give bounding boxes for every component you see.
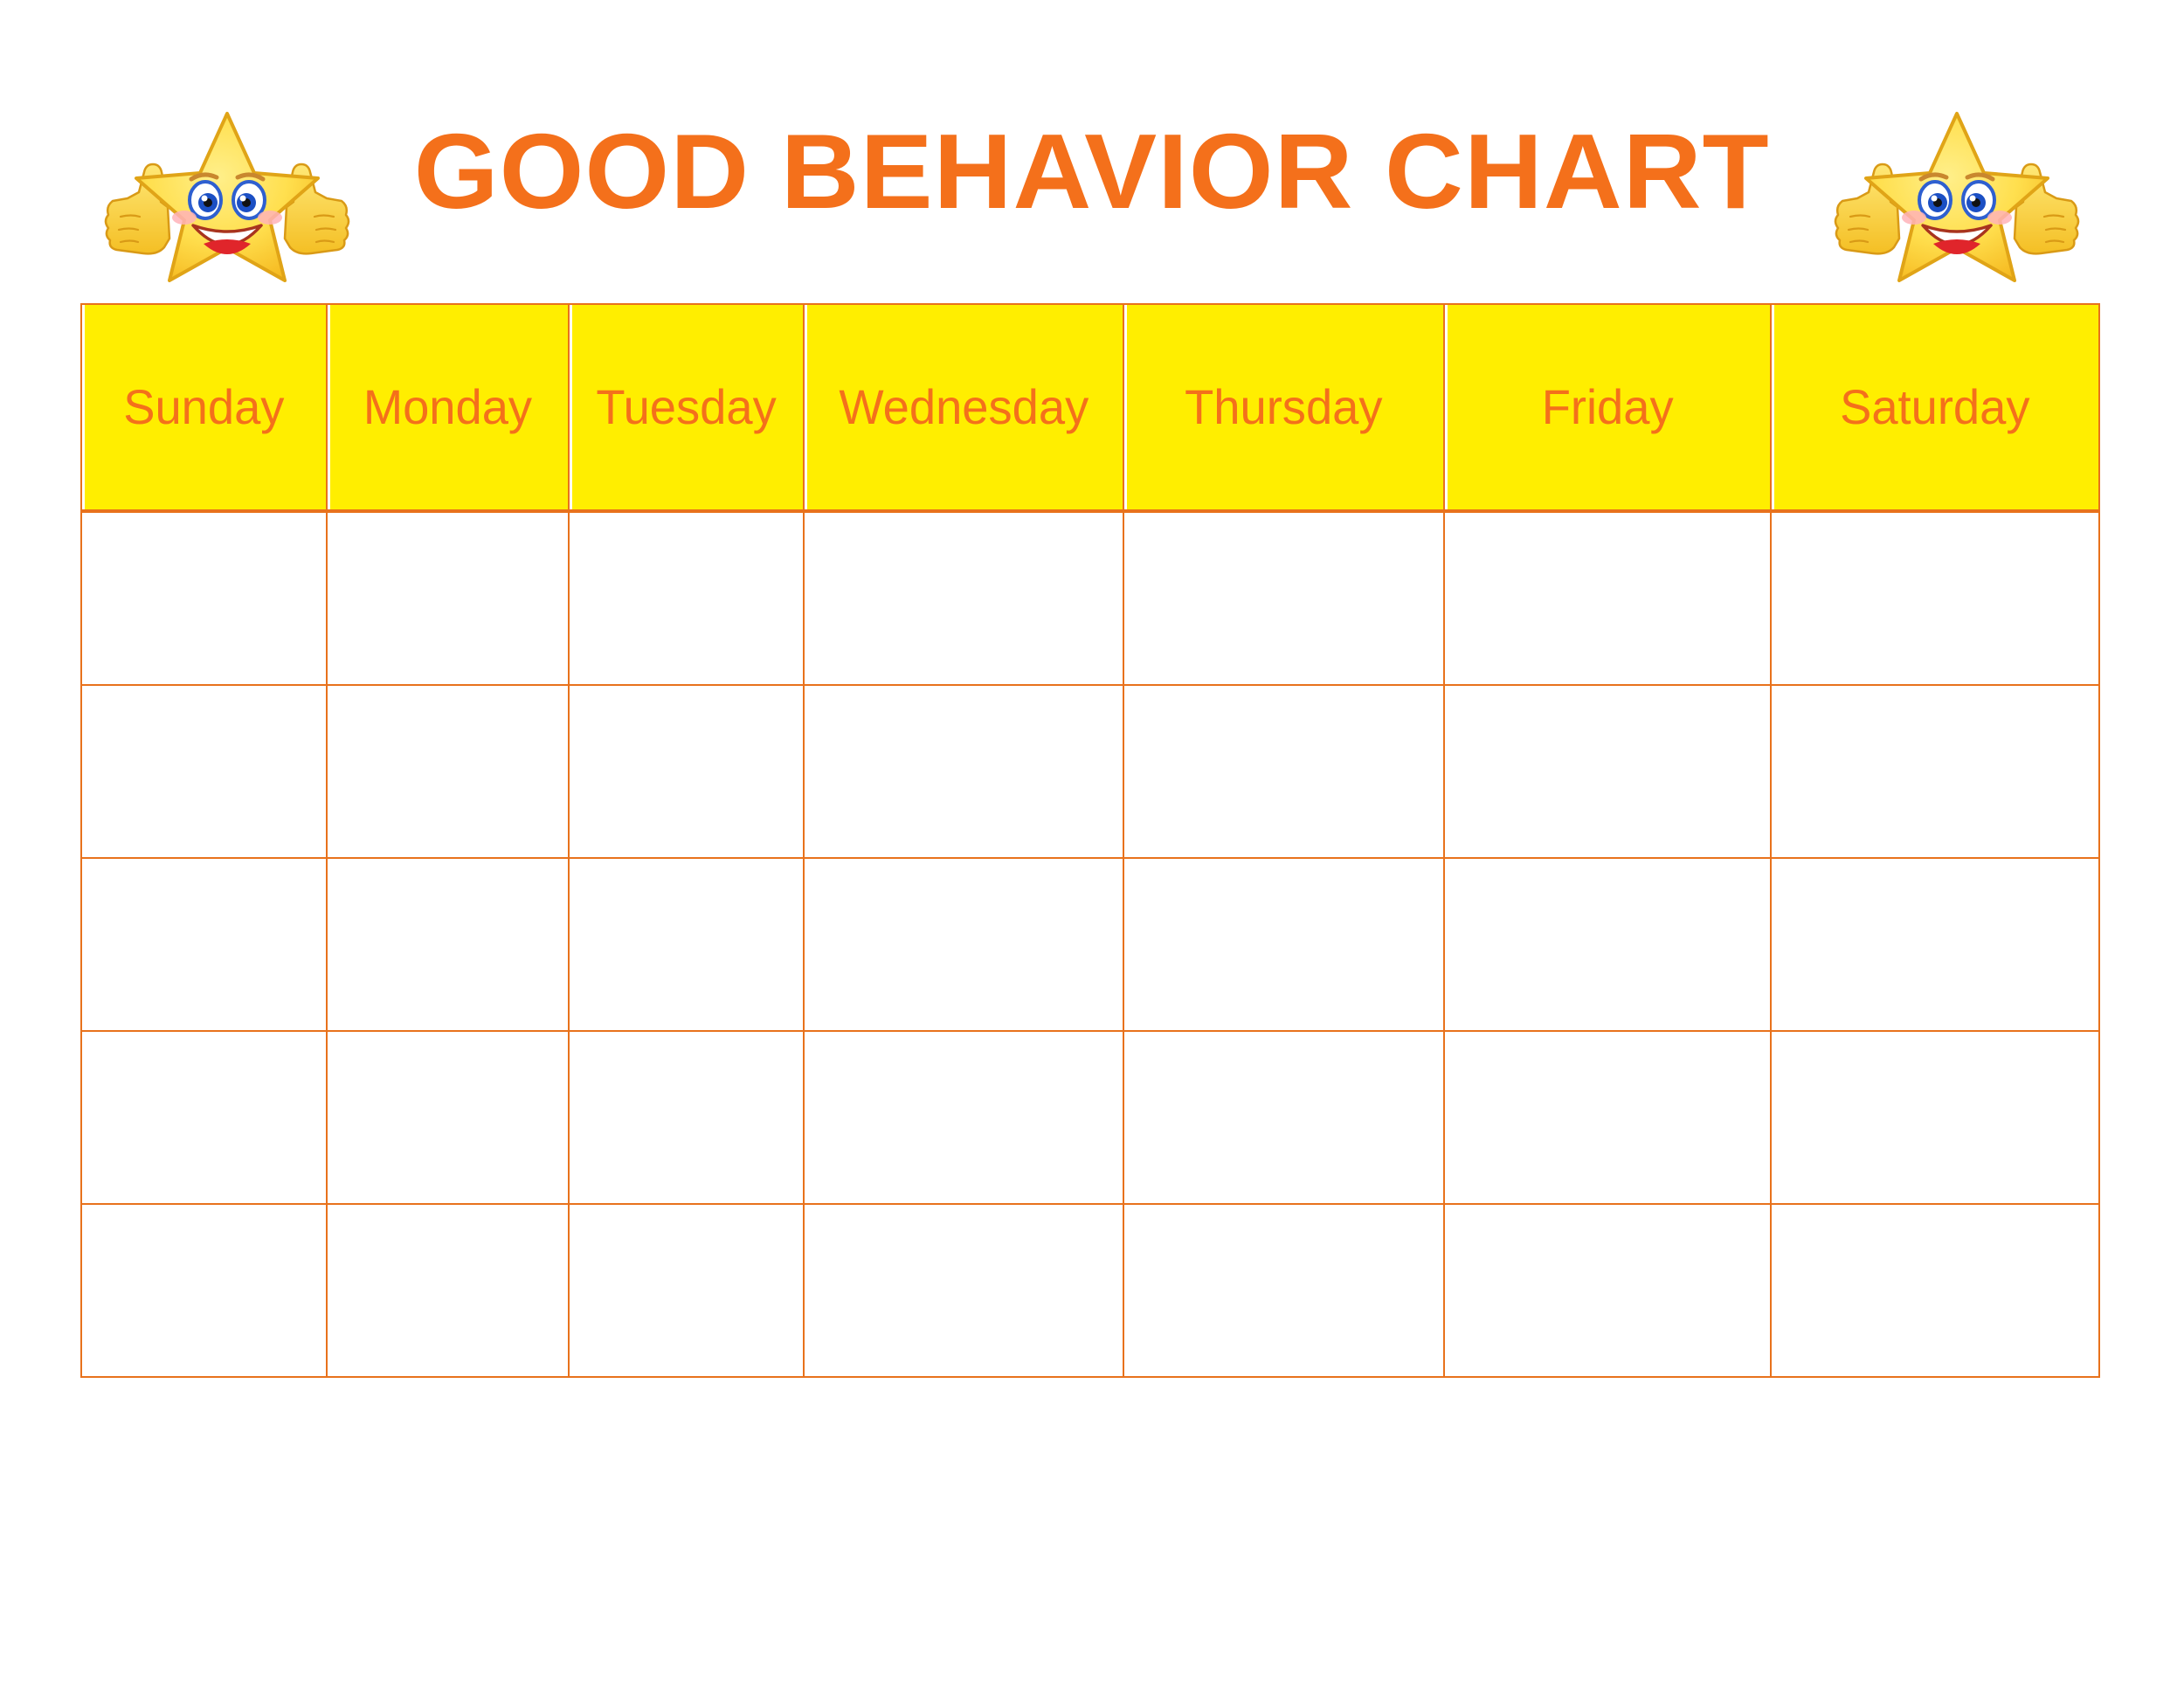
page-title: GOOD BEHAVIOR CHART <box>414 112 1770 231</box>
table-body <box>80 510 2100 1378</box>
chart-cell[interactable] <box>80 684 328 859</box>
table-row <box>80 684 2100 859</box>
day-label: Thursday <box>1185 379 1383 434</box>
day-label: Saturday <box>1840 379 2030 434</box>
table-row <box>80 857 2100 1032</box>
chart-cell[interactable] <box>1443 1203 1773 1378</box>
chart-cell[interactable] <box>1123 1030 1446 1205</box>
chart-cell[interactable] <box>325 1030 570 1205</box>
chart-cell[interactable] <box>567 1030 805 1205</box>
chart-cell[interactable] <box>1123 857 1446 1032</box>
chart-cell[interactable] <box>1123 1203 1446 1378</box>
column-header-tuesday: Tuesday <box>567 303 805 513</box>
table-row <box>80 510 2100 686</box>
chart-cell[interactable] <box>325 684 570 859</box>
chart-cell[interactable] <box>802 1203 1125 1378</box>
chart-cell[interactable] <box>80 857 328 1032</box>
chart-cell[interactable] <box>1123 510 1446 686</box>
chart-cell[interactable] <box>1770 510 2100 686</box>
chart-cell[interactable] <box>802 857 1125 1032</box>
column-header-monday: Monday <box>325 303 570 513</box>
day-label: Friday <box>1541 379 1674 434</box>
chart-cell[interactable] <box>802 684 1125 859</box>
chart-cell[interactable] <box>325 1203 570 1378</box>
behavior-chart-table: Sunday Monday Tuesday Wednesday Thursday… <box>80 303 2100 1378</box>
chart-cell[interactable] <box>802 510 1125 686</box>
column-header-saturday: Saturday <box>1770 303 2100 513</box>
chart-cell[interactable] <box>567 684 805 859</box>
chart-cell[interactable] <box>567 857 805 1032</box>
day-label: Sunday <box>123 379 285 434</box>
chart-cell[interactable] <box>1770 684 2100 859</box>
chart-cell[interactable] <box>1123 684 1446 859</box>
chart-cell[interactable] <box>80 1203 328 1378</box>
day-label: Wednesday <box>839 379 1089 434</box>
chart-cell[interactable] <box>567 1203 805 1378</box>
chart-cell[interactable] <box>80 510 328 686</box>
day-label: Tuesday <box>596 379 777 434</box>
column-header-thursday: Thursday <box>1123 303 1446 513</box>
chart-cell[interactable] <box>80 1030 328 1205</box>
header-row: Sunday Monday Tuesday Wednesday Thursday… <box>80 303 2100 513</box>
table-header: Sunday Monday Tuesday Wednesday Thursday… <box>80 303 2100 513</box>
chart-cell[interactable] <box>1443 857 1773 1032</box>
chart-cell[interactable] <box>802 1030 1125 1205</box>
chart-cell[interactable] <box>567 510 805 686</box>
chart-cell[interactable] <box>1770 857 2100 1032</box>
chart-cell[interactable] <box>325 857 570 1032</box>
chart-cell[interactable] <box>1443 510 1773 686</box>
chart-cell[interactable] <box>1770 1030 2100 1205</box>
chart-cell[interactable] <box>1443 1030 1773 1205</box>
chart-cell[interactable] <box>1770 1203 2100 1378</box>
column-header-sunday: Sunday <box>80 303 328 513</box>
day-label: Monday <box>363 379 532 434</box>
title-band: GOOD BEHAVIOR CHART <box>0 84 2184 259</box>
chart-cell[interactable] <box>1443 684 1773 859</box>
table-row <box>80 1030 2100 1205</box>
column-header-friday: Friday <box>1443 303 1773 513</box>
column-header-wednesday: Wednesday <box>802 303 1125 513</box>
table-row <box>80 1203 2100 1378</box>
good-behavior-chart-page: GOOD BEHAVIOR CHART Sunday Monday Tuesda… <box>0 0 2184 1688</box>
chart-cell[interactable] <box>325 510 570 686</box>
